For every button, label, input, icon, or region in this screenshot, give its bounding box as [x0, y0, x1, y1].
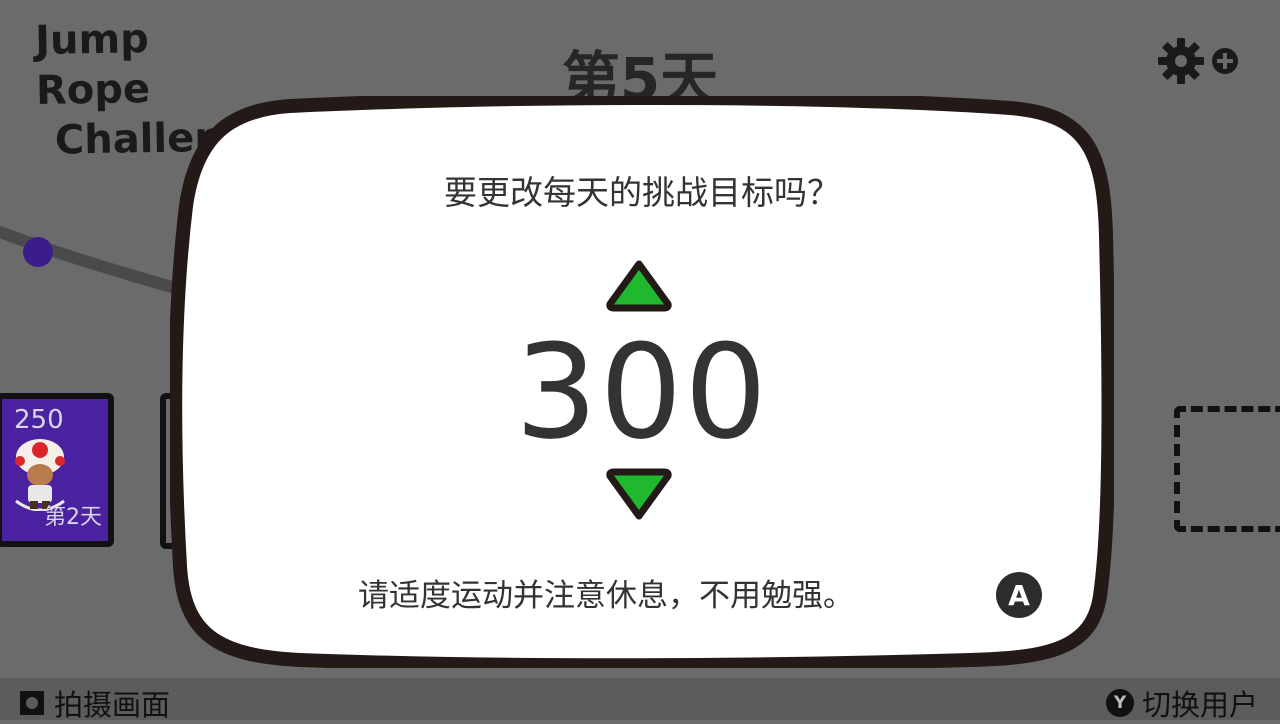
confirm-a-button[interactable]: A: [996, 572, 1042, 618]
goal-value: 300: [514, 316, 770, 468]
day-card-upcoming: [1174, 406, 1280, 532]
top-icons: [1156, 36, 1240, 86]
capture-label: 拍摄画面: [54, 688, 171, 722]
day-card-completed[interactable]: 250 第2天: [0, 393, 114, 547]
increase-arrow-icon[interactable]: [606, 260, 672, 316]
day-card-label: 第2天: [44, 505, 102, 530]
capture-action[interactable]: 拍摄画面: [20, 682, 170, 724]
dialog-question: 要更改每天的挑战目标吗？: [444, 173, 840, 212]
switch-user-label: 切换用户: [1141, 688, 1258, 722]
y-button-icon: Y: [1105, 689, 1134, 717]
switch-user-action[interactable]: Y 切换用户: [1105, 682, 1258, 724]
capture-icon: [20, 691, 44, 715]
gear-icon[interactable]: [1156, 36, 1206, 86]
track-position-dot: [23, 237, 53, 267]
day-card-count: 250: [14, 405, 64, 435]
bottom-bar: 拍摄画面 Y 切换用户: [0, 678, 1280, 722]
dialog-note: 请适度运动并注意休息，不用勉强。: [358, 578, 854, 614]
decrease-arrow-icon[interactable]: [606, 468, 672, 524]
change-goal-dialog: 要更改每天的挑战目标吗？ 300 请适度运动并注意休息，不用勉强。 A: [170, 96, 1114, 668]
plus-circle-icon[interactable]: [1210, 46, 1240, 76]
